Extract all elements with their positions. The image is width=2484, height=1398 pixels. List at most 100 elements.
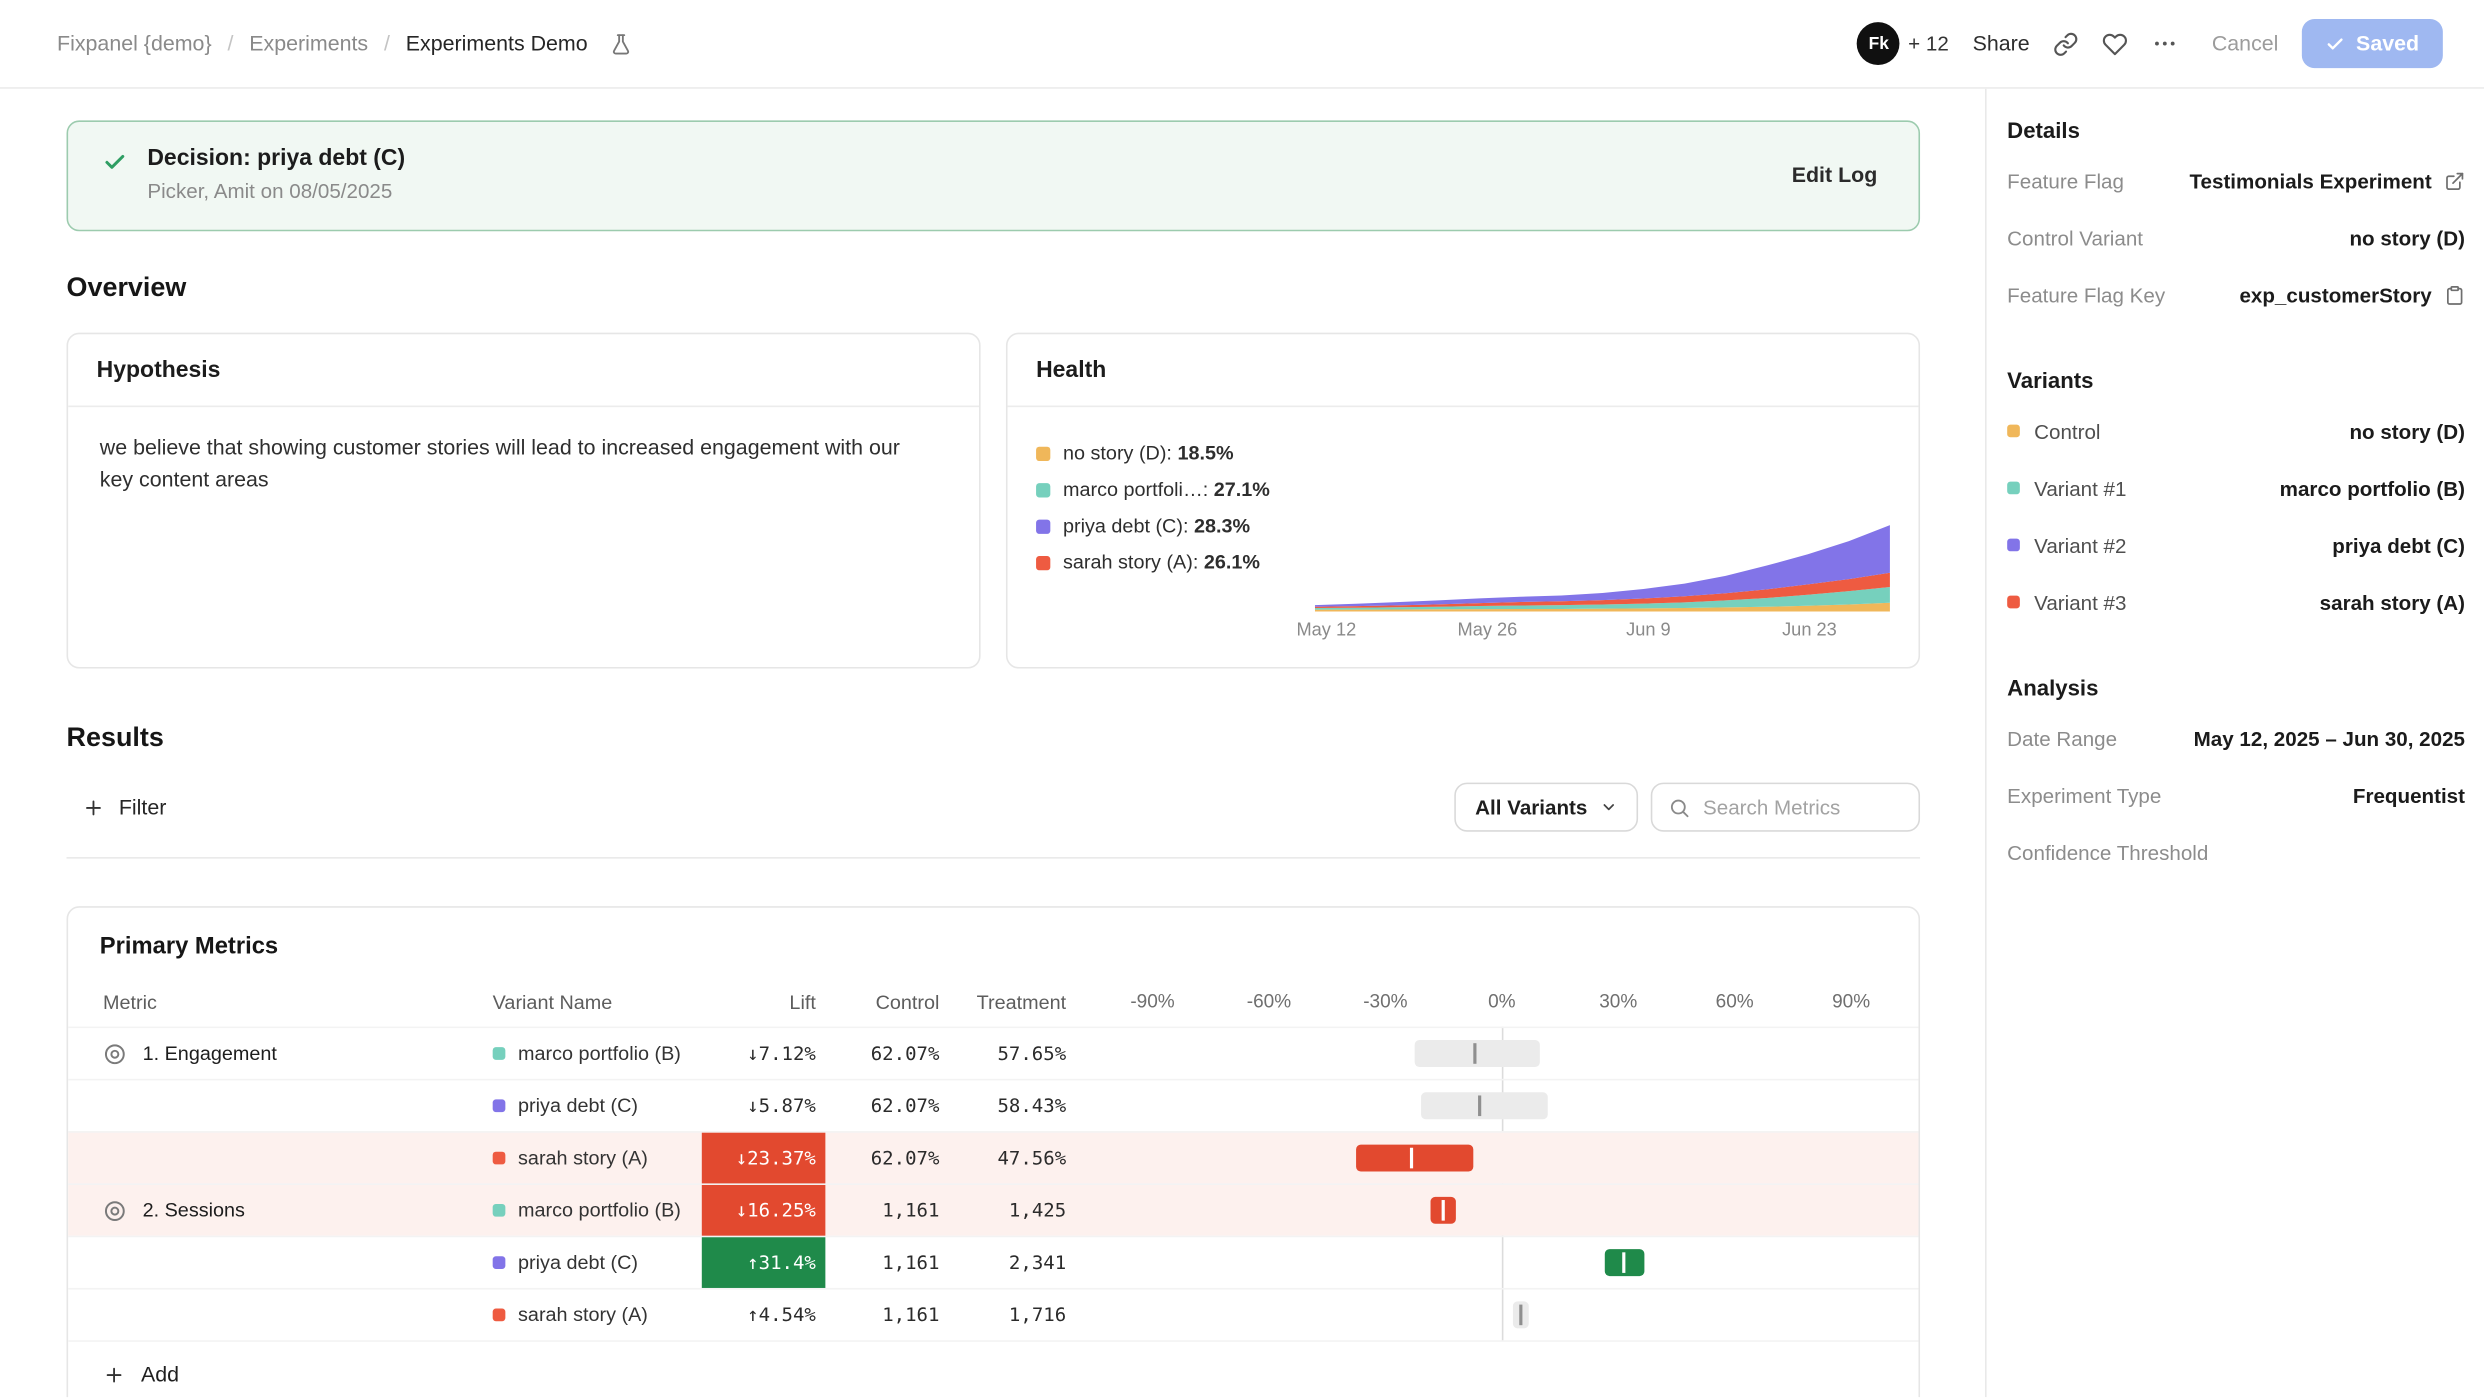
metric-row[interactable]: sarah story (A)↓23.37%62.07%47.56%	[68, 1131, 1918, 1183]
lift-value: ↓16.25%	[702, 1185, 826, 1236]
health-legend: no story (D): 18.5%marco portfoli…: 27.1…	[1036, 429, 1315, 649]
legend-item: marco portfoli…: 27.1%	[1036, 478, 1315, 500]
variant-name-cell: sarah story (A)	[493, 1133, 702, 1184]
variant-name-cell: marco portfolio (B)	[493, 1185, 702, 1236]
topbar: Fixpanel {demo} / Experiments / Experime…	[0, 0, 2484, 89]
variant-name: marco portfolio (B)	[518, 1042, 681, 1064]
metric-cell	[68, 1237, 493, 1288]
treatment-value: 2,341	[952, 1237, 1079, 1288]
metric-row[interactable]: priya debt (C)↓5.87%62.07%58.43%	[68, 1079, 1918, 1131]
cancel-button[interactable]: Cancel	[2212, 32, 2279, 56]
clipboard-icon[interactable]	[2444, 284, 2465, 305]
metric-row[interactable]: 2. Sessionsmarco portfolio (B)↓16.25%1,1…	[68, 1183, 1918, 1235]
confidence-interval-cell	[1079, 1028, 1919, 1079]
variant-swatch	[493, 1204, 506, 1217]
details-heading: Details	[2007, 117, 2465, 142]
control-value: 62.07%	[825, 1080, 952, 1131]
lift-value: ↑31.4%	[702, 1237, 826, 1288]
sidebar-row: Date Range May 12, 2025 – Jun 30, 2025	[2007, 710, 2465, 767]
share-button[interactable]: Share	[1973, 32, 2030, 56]
target-icon	[103, 1042, 127, 1066]
legend-label: priya debt (C): 28.3%	[1063, 515, 1250, 537]
legend-item: priya debt (C): 28.3%	[1036, 515, 1315, 537]
search-metrics-box[interactable]	[1651, 783, 1920, 832]
search-metrics-input[interactable]	[1703, 795, 1903, 819]
variant-name: priya debt (C)	[518, 1252, 638, 1274]
variant-swatch	[493, 1099, 506, 1112]
check-icon	[103, 150, 127, 174]
sidebar-row-label: Control	[2034, 419, 2100, 443]
avatar[interactable]: Fk	[1857, 22, 1900, 65]
variant-swatch	[493, 1309, 506, 1322]
hypothesis-title: Hypothesis	[68, 334, 979, 407]
plus-icon	[82, 796, 104, 818]
axis-tick-label: 30%	[1599, 990, 1637, 1012]
legend-swatch	[1036, 482, 1050, 496]
breadcrumb-project[interactable]: Fixpanel {demo}	[57, 32, 212, 56]
sidebar-row: Variant #1marco portfolio (B)	[2007, 459, 2465, 516]
lift-mean-tick	[1519, 1305, 1522, 1326]
sidebar-row-value: marco portfolio (B)	[2280, 476, 2465, 500]
sidebar-row-label: Control Variant	[2007, 226, 2143, 250]
hypothesis-body: we believe that showing customer stories…	[68, 407, 979, 494]
lift-value: ↓5.87%	[702, 1080, 826, 1131]
variant-swatch	[493, 1256, 506, 1269]
flask-icon	[610, 32, 632, 54]
metric-row[interactable]: priya debt (C)↑31.4%1,1612,341	[68, 1236, 1918, 1288]
variants-heading: Variants	[2007, 368, 2465, 393]
chevron-down-icon	[1600, 798, 1617, 815]
sidebar-row: Experiment TypeFrequentist	[2007, 767, 2465, 824]
treatment-value: 1,716	[952, 1290, 1079, 1341]
lift-mean-tick	[1409, 1148, 1412, 1169]
breadcrumb: Fixpanel {demo} / Experiments / Experime…	[57, 32, 632, 56]
collaborator-count[interactable]: + 12	[1908, 32, 1949, 56]
column-lift: Lift	[702, 992, 826, 1014]
add-metric-label: Add	[141, 1362, 179, 1386]
axis-tick-label: 60%	[1716, 990, 1754, 1012]
sidebar-row-value: priya debt (C)	[2332, 533, 2465, 557]
axis-tick-label: -90%	[1130, 990, 1174, 1012]
heart-icon[interactable]	[2103, 31, 2128, 56]
sidebar-row-value: Frequentist	[2353, 783, 2465, 807]
variant-swatch	[2007, 596, 2020, 609]
breadcrumb-separator: /	[384, 32, 390, 56]
x-axis-label: May 26	[1458, 621, 1518, 640]
column-metric: Metric	[68, 992, 493, 1014]
add-filter-button[interactable]: Filter	[67, 795, 167, 819]
primary-metrics-title: Primary Metrics	[68, 908, 1918, 979]
overview-heading: Overview	[67, 272, 1921, 304]
confidence-interval-cell	[1079, 1185, 1919, 1236]
column-treatment: Treatment	[952, 992, 1079, 1014]
metric-group-name: 2. Sessions	[143, 1199, 245, 1221]
lift-axis: -90%-60%-30%0%30%60%90%	[1079, 979, 1919, 1027]
variants-dropdown[interactable]: All Variants	[1455, 783, 1638, 832]
metric-row[interactable]: 1. Engagementmarco portfolio (B)↓7.12%62…	[68, 1027, 1918, 1079]
sidebar-row-value: May 12, 2025 – Jun 30, 2025	[2194, 726, 2465, 750]
more-options-icon[interactable]	[2152, 30, 2179, 57]
confidence-interval-cell	[1079, 1290, 1919, 1341]
sidebar-row-label: Date Range	[2007, 726, 2117, 750]
external-link-icon[interactable]	[2444, 170, 2465, 191]
axis-tick-label: -30%	[1363, 990, 1407, 1012]
saved-button[interactable]: Saved	[2302, 19, 2443, 68]
variant-name: sarah story (A)	[518, 1147, 648, 1169]
decision-banner: Decision: priya debt (C) Picker, Amit on…	[67, 120, 1921, 231]
treatment-value: 57.65%	[952, 1028, 1079, 1079]
variant-swatch	[493, 1152, 506, 1165]
sidebar-row-value: sarah story (A)	[2320, 590, 2465, 614]
filter-label: Filter	[119, 795, 167, 819]
treatment-value: 58.43%	[952, 1080, 1079, 1131]
collaborator-avatars[interactable]: Fk + 12	[1857, 22, 1948, 65]
health-chart: May 12May 26Jun 9Jun 23	[1315, 429, 1890, 649]
confidence-interval-bar	[1356, 1145, 1473, 1172]
edit-log-button[interactable]: Edit Log	[1792, 162, 1878, 186]
metric-row[interactable]: sarah story (A)↑4.54%1,1611,716	[68, 1288, 1918, 1340]
lift-value: ↓7.12%	[702, 1028, 826, 1079]
sidebar-row-value: exp_customerStory	[2239, 283, 2431, 307]
breadcrumb-experiments[interactable]: Experiments	[249, 32, 368, 56]
x-axis-label: Jun 9	[1626, 621, 1671, 640]
add-metric-button[interactable]: Add	[68, 1340, 1918, 1397]
metric-cell	[68, 1080, 493, 1131]
link-icon[interactable]	[2053, 31, 2078, 56]
axis-tick-label: -60%	[1247, 990, 1291, 1012]
